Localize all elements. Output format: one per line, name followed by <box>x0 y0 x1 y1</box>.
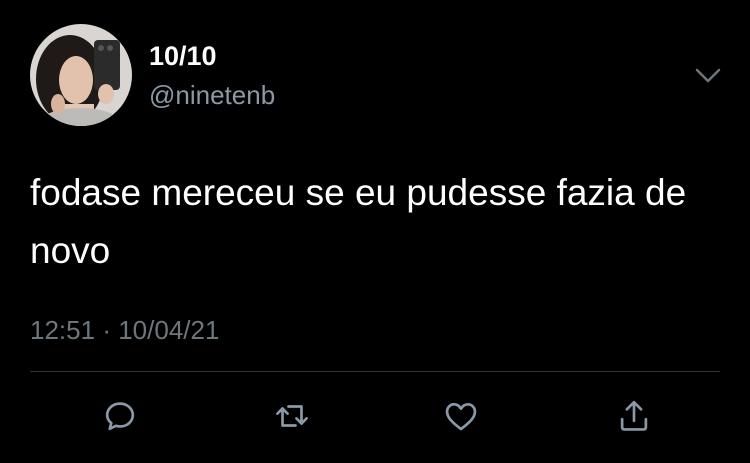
like-button[interactable] <box>437 392 485 440</box>
reply-button[interactable] <box>96 392 144 440</box>
avatar[interactable] <box>30 24 132 126</box>
display-name[interactable]: 10/10 <box>149 41 217 71</box>
tweet-text: fodase mereceu se eu pudesse fazia de no… <box>30 172 687 271</box>
divider <box>30 371 720 372</box>
tweet-actions <box>0 392 750 440</box>
user-handle[interactable]: @ninetenb <box>149 80 275 110</box>
tweet-timestamp[interactable]: 12:51 · 10/04/21 <box>30 313 219 347</box>
avatar-photo <box>30 24 132 126</box>
share-icon <box>620 400 648 431</box>
chevron-down-icon[interactable] <box>693 63 723 87</box>
retweet-button[interactable] <box>268 392 316 440</box>
share-button[interactable] <box>610 392 658 440</box>
tweet-time: 12:51 <box>30 315 96 345</box>
heart-icon <box>445 402 477 431</box>
retweet-icon <box>276 405 308 427</box>
reply-icon <box>105 402 135 431</box>
meta-separator: · <box>102 315 111 345</box>
tweet-date: 10/04/21 <box>118 315 220 345</box>
